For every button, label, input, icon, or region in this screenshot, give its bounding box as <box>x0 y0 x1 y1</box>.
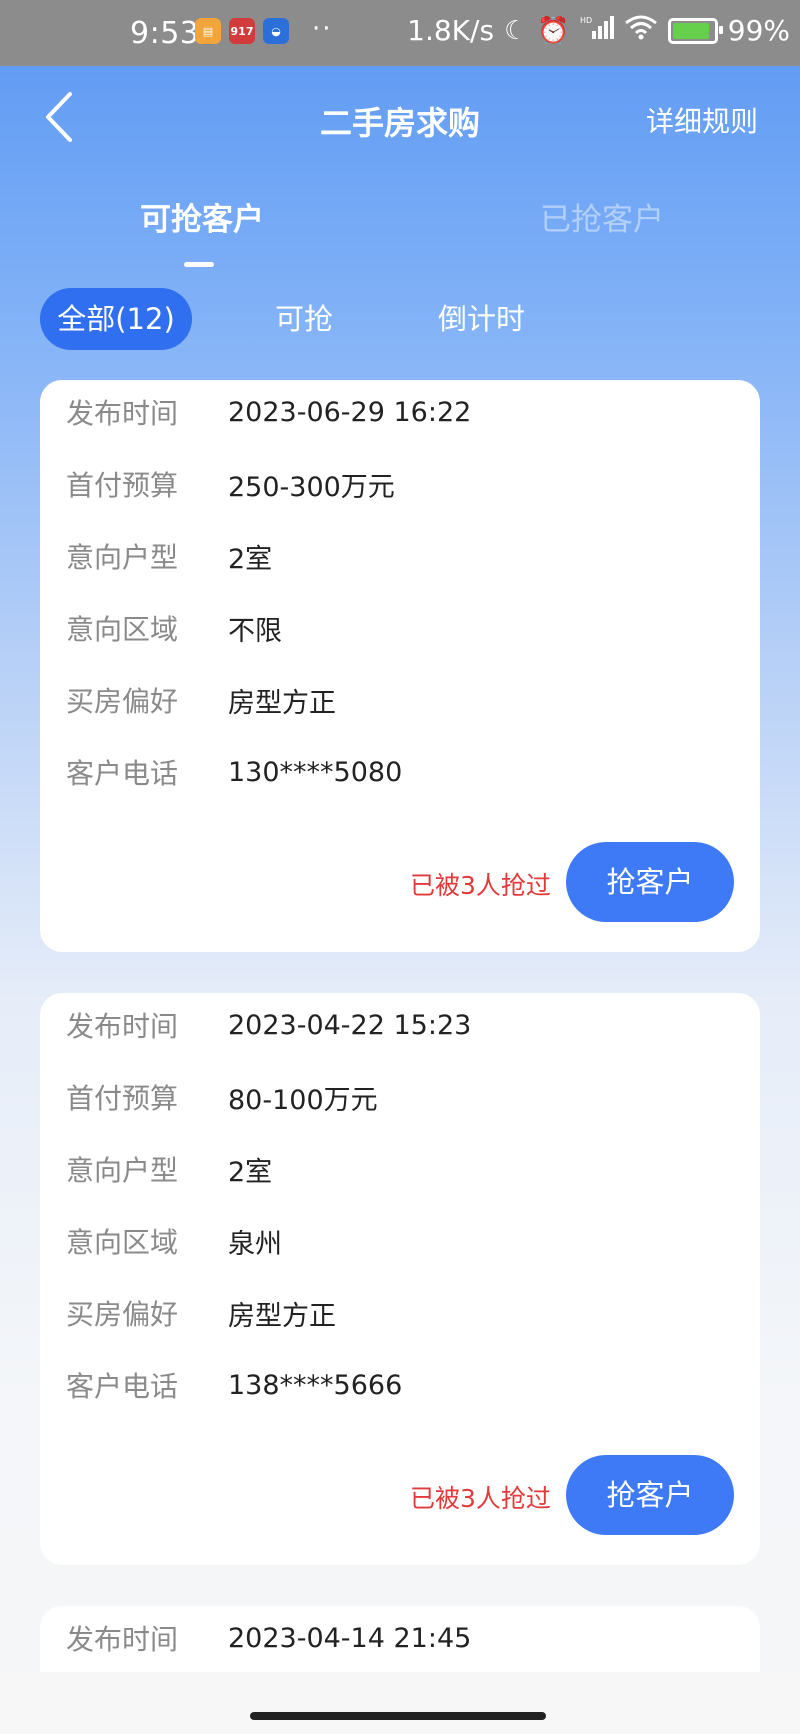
filter-countdown-chip[interactable]: 倒计时 <box>438 288 525 350</box>
battery-fill <box>672 22 709 39</box>
card-row-down-payment: 首付预算 250-300万元 <box>66 464 395 504</box>
more-notifications-dots: ·· <box>312 14 333 44</box>
card-row-layout: 意向户型 2室 <box>66 536 272 576</box>
row-label: 首付预算 <box>66 1082 179 1115</box>
svg-text:HD: HD <box>580 16 592 25</box>
car-app-icon: ◒ <box>263 18 289 44</box>
moon-icon: ☾ <box>504 15 528 46</box>
card-row-layout: 意向户型 2室 <box>66 1149 272 1189</box>
row-label: 客户电话 <box>66 757 179 790</box>
row-label: 买房偏好 <box>66 1298 179 1331</box>
row-value: 130****5080 <box>228 756 403 788</box>
row-value: 房型方正 <box>228 687 336 719</box>
row-label: 意向户型 <box>66 1154 179 1187</box>
row-value: 80-100万元 <box>228 1084 378 1116</box>
row-label: 意向户型 <box>66 541 179 574</box>
row-label: 发布时间 <box>66 397 179 430</box>
customer-card: 发布时间 2023-06-29 16:22 首付预算 250-300万元 意向户… <box>40 380 760 952</box>
row-value: 250-300万元 <box>228 471 395 503</box>
card-row-phone: 客户电话 138****5666 <box>66 1365 402 1405</box>
card-row-down-payment: 首付预算 80-100万元 <box>66 1077 378 1117</box>
card-row-preference: 买房偏好 房型方正 <box>66 680 336 720</box>
filter-bar: 全部(12) 可抢 倒计时 <box>40 288 760 350</box>
home-indicator[interactable] <box>250 1712 546 1720</box>
row-label: 买房偏好 <box>66 685 179 718</box>
row-value: 泉州 <box>228 1228 282 1260</box>
signal-icon: HD <box>580 15 614 46</box>
battery-percent: 99% <box>727 14 790 47</box>
card-row-area: 意向区域 不限 <box>66 608 282 648</box>
network-speed: 1.8K/s <box>407 14 495 47</box>
customer-tabs: 可抢客户 已抢客户 <box>0 190 800 270</box>
card-row-publish-time: 发布时间 2023-04-14 21:45 <box>66 1618 471 1658</box>
row-value: 138****5666 <box>228 1369 403 1401</box>
filter-available-chip[interactable]: 可抢 <box>275 288 333 350</box>
card-row-phone: 客户电话 130****5080 <box>66 752 402 792</box>
row-label: 发布时间 <box>66 1623 179 1656</box>
row-label: 意向区域 <box>66 1226 179 1259</box>
tab-available-customers[interactable]: 可抢客户 <box>140 194 264 239</box>
card-row-publish-time: 发布时间 2023-06-29 16:22 <box>66 392 471 432</box>
status-bar: 9:53 ▤ 917 ◒ ·· 1.8K/s ☾ ⏰ HD 99% <box>0 0 800 66</box>
status-time: 9:53 <box>130 16 200 51</box>
status-right: 1.8K/s ☾ ⏰ HD 99% <box>407 14 790 47</box>
row-label: 意向区域 <box>66 613 179 646</box>
app-917-icon: 917 <box>229 18 255 44</box>
status-app-icons: ▤ 917 ◒ <box>195 18 289 44</box>
filter-all-chip[interactable]: 全部(12) <box>40 288 192 350</box>
battery-icon <box>667 17 723 44</box>
alarm-icon: ⏰ <box>537 15 570 46</box>
header: 二手房求购 详细规则 <box>0 66 800 170</box>
navigation-area <box>0 1672 800 1734</box>
wifi-icon <box>624 14 658 47</box>
tab-grabbed-customers[interactable]: 已抢客户 <box>540 194 664 239</box>
card-row-preference: 买房偏好 房型方正 <box>66 1293 336 1333</box>
notes-app-icon: ▤ <box>195 18 221 44</box>
active-tab-indicator <box>184 262 214 267</box>
row-value: 2023-04-14 21:45 <box>228 1622 472 1654</box>
row-label: 客户电话 <box>66 1370 179 1403</box>
card-row-publish-time: 发布时间 2023-04-22 15:23 <box>66 1005 471 1045</box>
row-value: 房型方正 <box>228 1300 336 1332</box>
row-value: 2室 <box>228 543 273 575</box>
row-label: 首付预算 <box>66 469 179 502</box>
grab-customer-button[interactable]: 抢客户 <box>566 842 734 922</box>
row-value: 2023-04-22 15:23 <box>228 1009 472 1041</box>
rules-link[interactable]: 详细规则 <box>646 100 758 140</box>
row-value: 不限 <box>228 615 282 647</box>
grabbed-count-text: 已被3人抢过 <box>410 871 551 900</box>
row-label: 发布时间 <box>66 1010 179 1043</box>
row-value: 2室 <box>228 1156 273 1188</box>
row-value: 2023-06-29 16:22 <box>228 396 472 428</box>
grabbed-count-text: 已被3人抢过 <box>410 1484 551 1513</box>
customer-card: 发布时间 2023-04-22 15:23 首付预算 80-100万元 意向户型… <box>40 993 760 1565</box>
grab-customer-button[interactable]: 抢客户 <box>566 1455 734 1535</box>
card-row-area: 意向区域 泉州 <box>66 1221 282 1261</box>
